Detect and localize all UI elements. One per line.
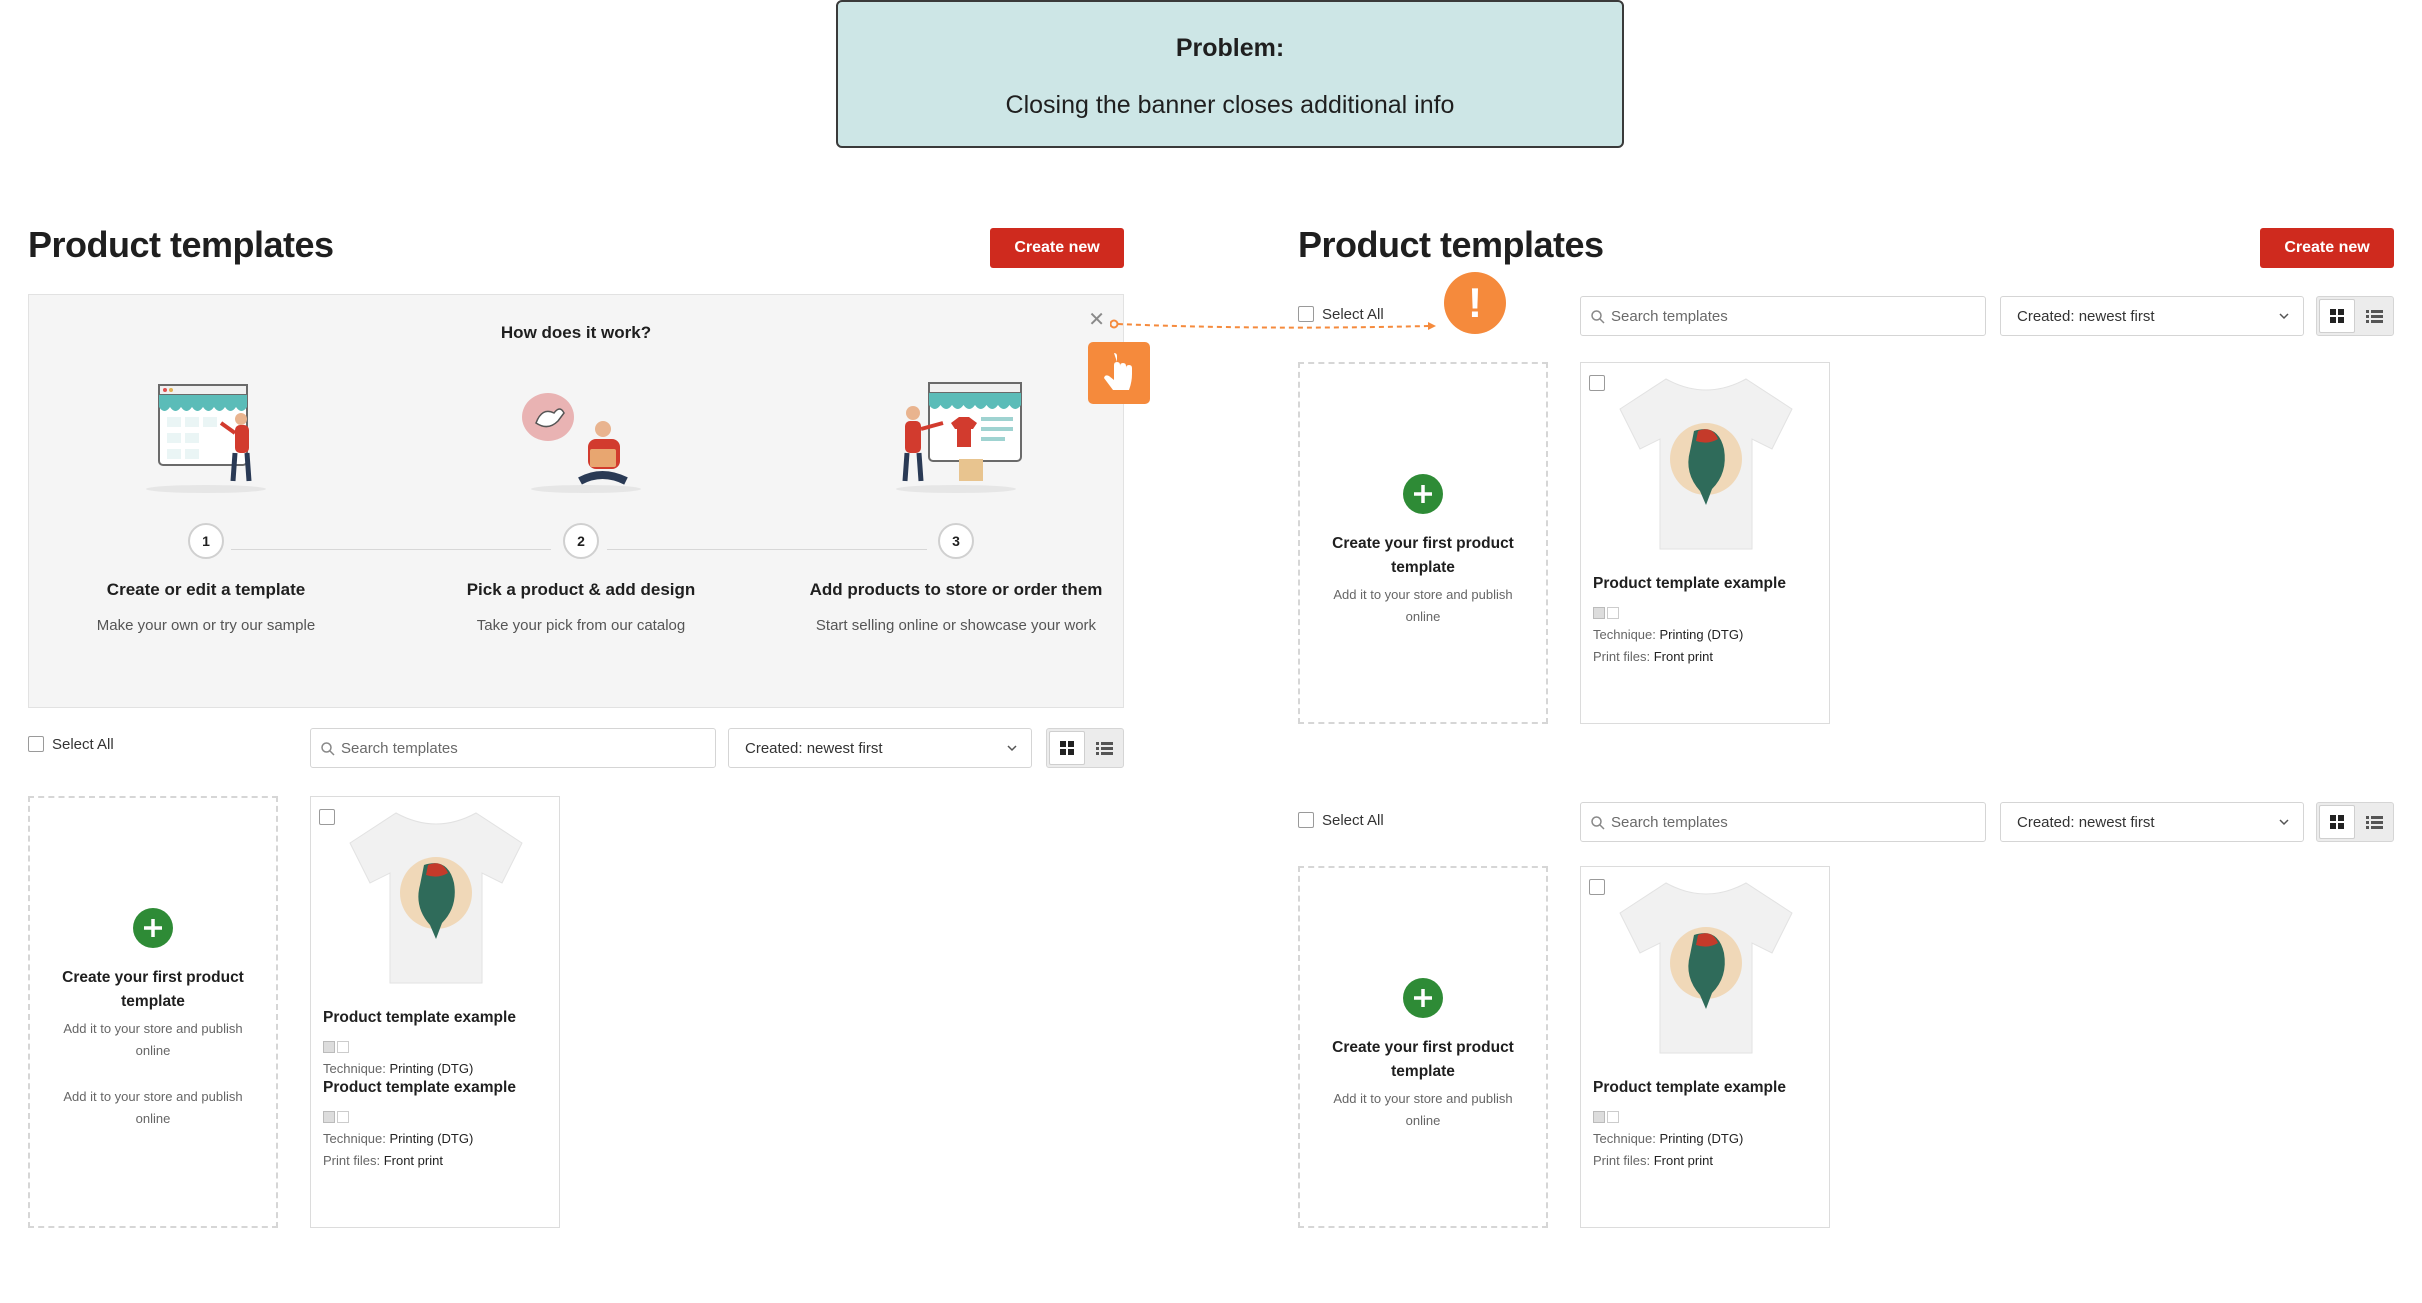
step-description: Make your own or try our sample [96,617,316,634]
product-print-files: Print files: Front print [1593,649,1713,664]
product-title: Product template example [1593,1079,1786,1096]
tshirt-image [1619,378,1793,550]
calendar-illustration [131,377,281,497]
sort-value: Created: newest first [2017,814,2155,831]
page-title: Product templates [1298,224,1604,265]
view-toggle [2316,802,2394,842]
search-icon [321,742,335,756]
product-checkbox[interactable] [1589,879,1605,895]
warning-icon: ! [1444,272,1506,334]
search-placeholder: Search templates [1611,308,1728,325]
grid-view-icon[interactable] [2319,299,2355,333]
create-card-description: Add it to your store and publish online [63,1021,243,1058]
product-technique: Technique: Printing (DTG) [1593,627,1744,642]
select-all-label: Select All [52,736,114,753]
view-toggle [2316,296,2394,336]
color-swatches [1593,607,1619,619]
step-number: 1 [188,523,224,559]
product-card[interactable]: Product template example Technique: Prin… [310,796,560,1228]
chevron-down-icon [2279,819,2289,826]
product-title: Product template example [1593,575,1786,592]
product-checkbox[interactable] [319,809,335,825]
select-all-label: Select All [1322,306,1384,323]
chevron-down-icon [1007,745,1017,752]
plus-icon [133,908,173,948]
sort-select[interactable]: Created: newest first [2000,802,2304,842]
page-title: Product templates [28,224,334,265]
product-card[interactable]: Product template example Technique: Prin… [1580,866,1830,1228]
step-title: Add products to store or order them [809,580,1103,599]
product-technique: Technique: Printing (DTG) [323,1131,474,1146]
list-view-icon[interactable] [2357,299,2391,333]
create-card-description: Add it to your store and publish online [63,1089,243,1126]
grid-view-icon[interactable] [1049,731,1085,765]
step-2: 2 Pick a product & add design Take your … [431,377,731,639]
create-card-title: Create your first product template [1332,1039,1514,1080]
list-view-icon[interactable] [1087,731,1121,765]
how-it-works-banner: How does it work? ✕ 1 Create or edit a t… [28,294,1124,708]
annotation-arrow [1110,319,1436,330]
step-3: 3 Add products to store or order them St… [806,377,1106,639]
create-new-button[interactable]: Create new [2260,228,2394,268]
product-title: Product template example [323,1079,516,1096]
product-print-files: Print files: Front print [323,1153,443,1168]
step-description: Start selling online or showcase your wo… [815,617,1097,634]
search-input[interactable]: Search templates [1580,296,1986,336]
step-number: 3 [938,523,974,559]
create-card-description: Add it to your store and publish online [1333,1091,1513,1128]
create-card-description: Add it to your store and publish online [1333,587,1513,624]
select-all-checkbox[interactable] [28,736,44,752]
banner-heading: How does it work? [500,323,652,342]
sort-select[interactable]: Created: newest first [728,728,1032,768]
problem-heading: Problem: [1175,34,1285,62]
search-icon [1591,816,1605,830]
create-card-title: Create your first product template [1332,535,1514,576]
sort-select[interactable]: Created: newest first [2000,296,2304,336]
step-description: Take your pick from our catalog [476,617,686,634]
problem-note: Problem: Closing the banner closes addit… [836,0,1624,148]
color-swatches [323,1111,349,1123]
product-checkbox[interactable] [1589,375,1605,391]
step-title: Create or edit a template [106,580,306,599]
product-card[interactable]: Product template example Technique: Prin… [1580,362,1830,724]
list-view-icon[interactable] [2357,805,2391,839]
select-all-checkbox[interactable] [1298,306,1314,322]
product-print-files: Print files: Front print [1593,1153,1713,1168]
create-template-card[interactable]: Create your first product template Add i… [1298,866,1548,1228]
color-swatches [323,1041,349,1053]
tshirt-image [349,812,523,984]
view-toggle [1046,728,1124,768]
create-template-card[interactable]: Create your first product template Add i… [1298,362,1548,724]
sort-value: Created: newest first [2017,308,2155,325]
plus-icon [1403,474,1443,514]
create-template-card[interactable]: Create your first product template Add i… [28,796,278,1228]
step-title: Pick a product & add design [466,580,696,599]
grid-view-icon[interactable] [2319,805,2355,839]
store-illustration [881,377,1031,497]
search-placeholder: Search templates [1611,814,1728,831]
search-icon [1591,310,1605,324]
catalog-illustration [506,377,656,497]
close-icon[interactable]: ✕ [1088,307,1105,332]
select-all-label: Select All [1322,812,1384,829]
search-placeholder: Search templates [341,740,458,757]
chevron-down-icon [2279,313,2289,320]
select-all-checkbox[interactable] [1298,812,1314,828]
plus-icon [1403,978,1443,1018]
sort-value: Created: newest first [745,740,883,757]
tap-hand-icon [1088,342,1150,404]
product-technique: Technique: Printing (DTG) [1593,1131,1744,1146]
product-title: Product template example [323,1009,516,1026]
tshirt-image [1619,882,1793,1054]
search-input[interactable]: Search templates [310,728,716,768]
search-input[interactable]: Search templates [1580,802,1986,842]
color-swatches [1593,1111,1619,1123]
create-new-button[interactable]: Create new [990,228,1124,268]
create-card-title: Create your first product template [62,969,244,1010]
step-number: 2 [563,523,599,559]
product-technique: Technique: Printing (DTG) [323,1061,474,1076]
problem-text: Closing the banner closes additional inf… [1005,91,1455,119]
step-1: 1 Create or edit a template Make your ow… [56,377,356,639]
